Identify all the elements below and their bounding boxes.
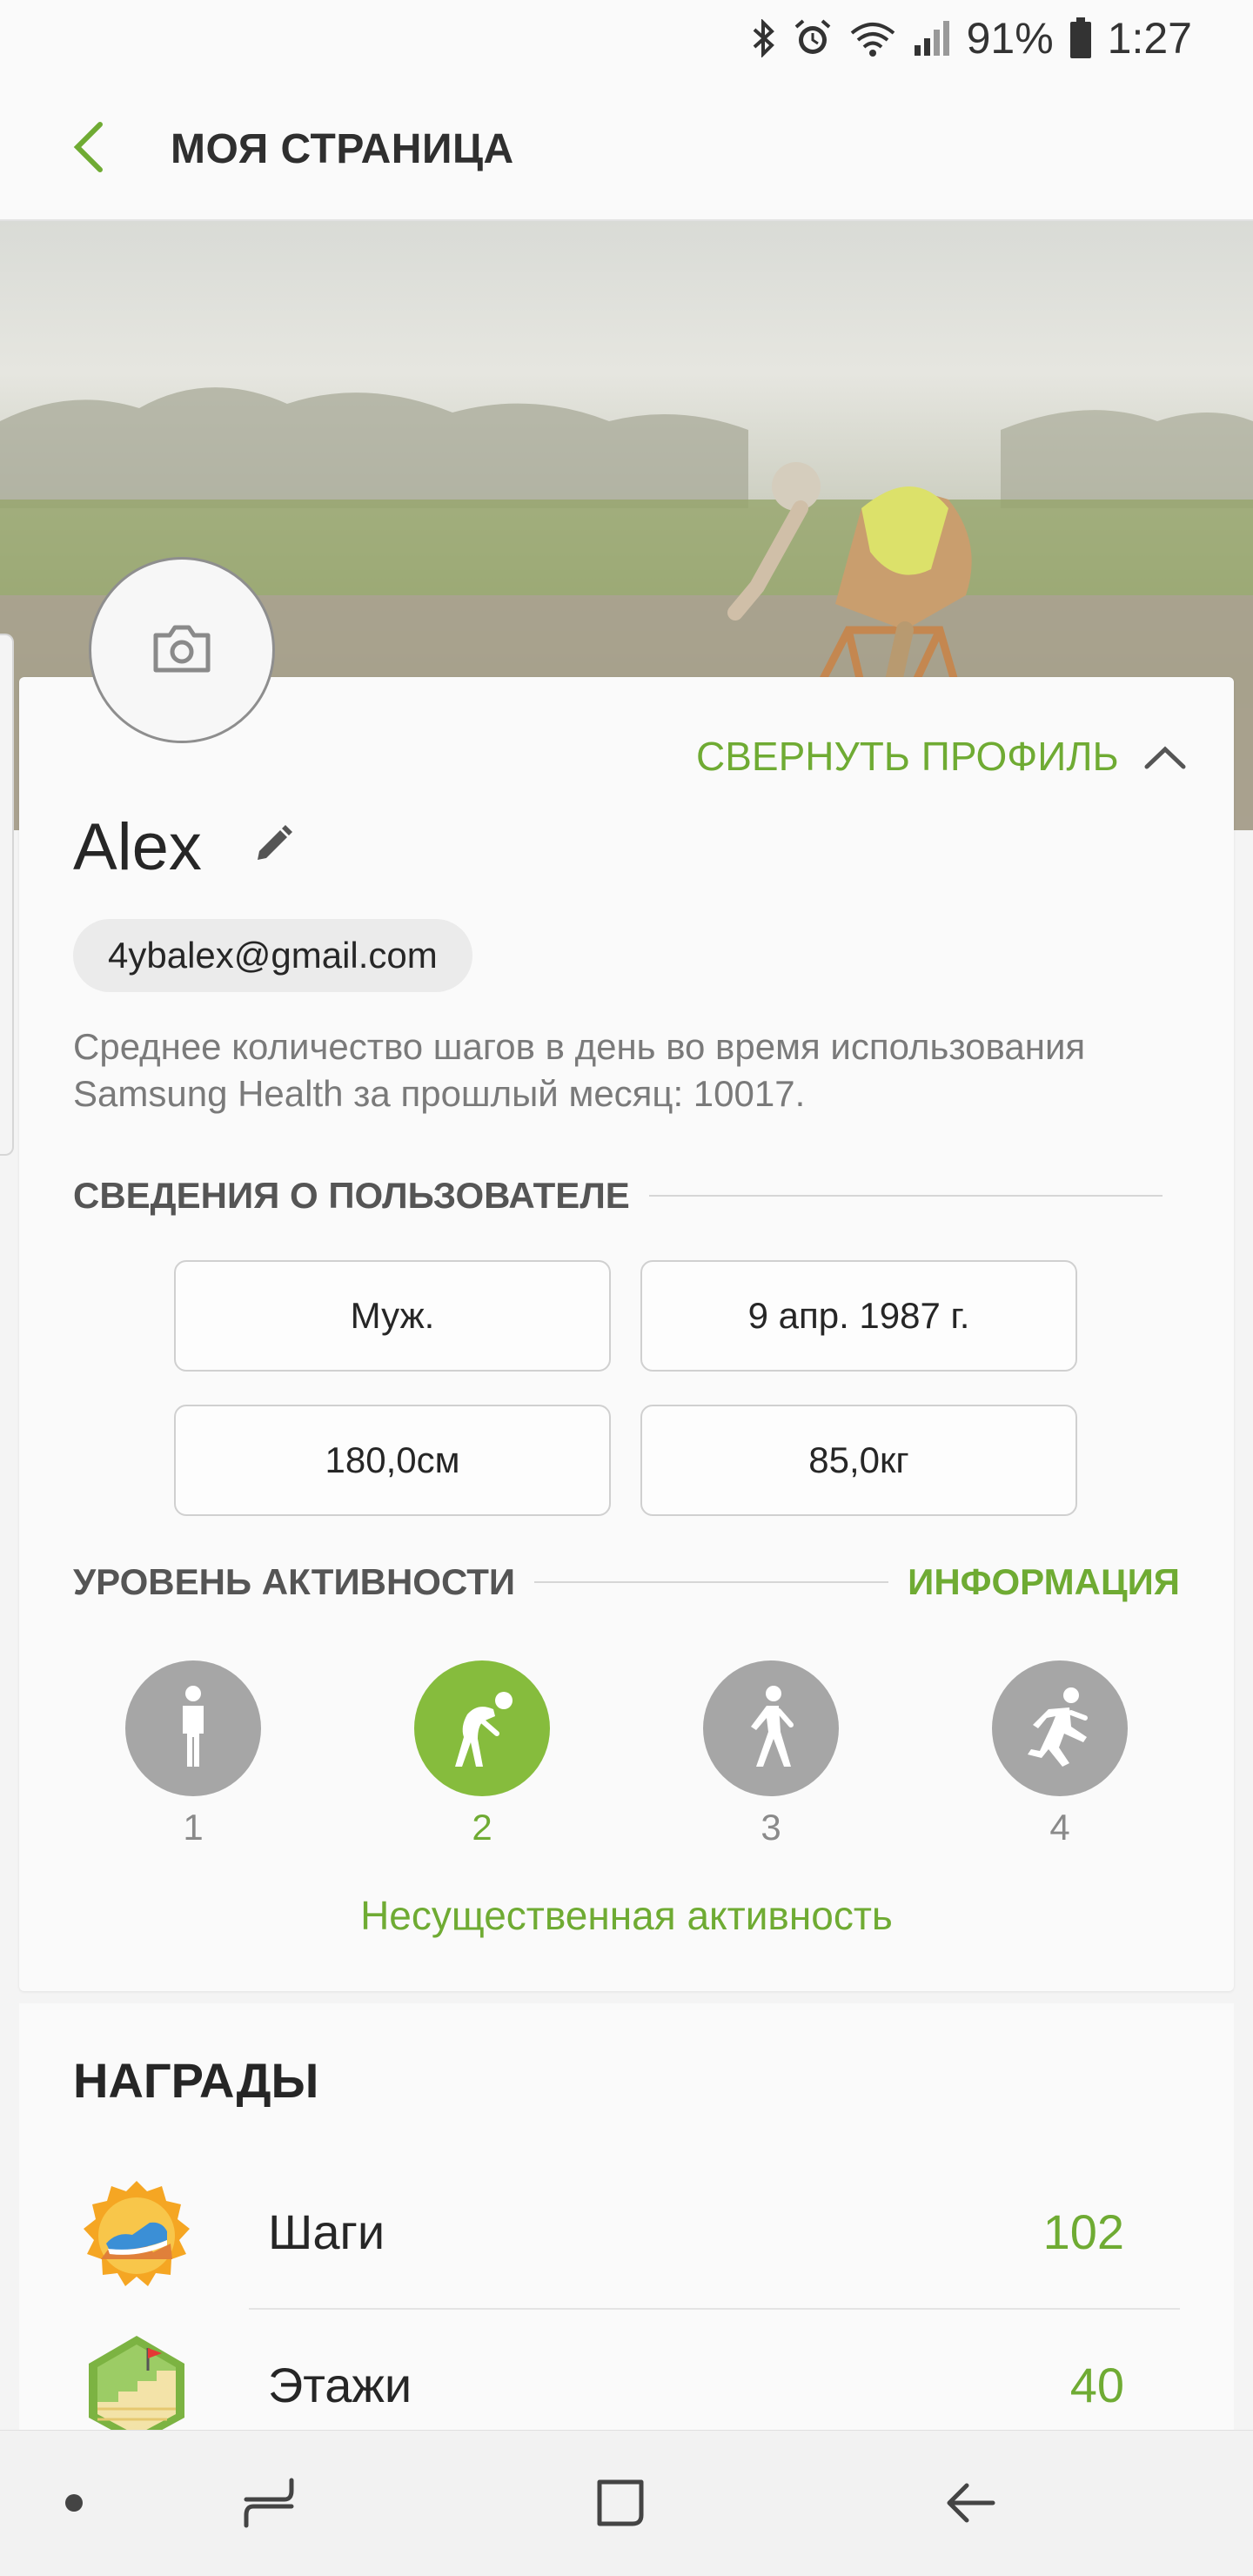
back-button[interactable] [57,118,118,179]
battery-icon [1069,17,1092,59]
activity-level-1-label: 1 [183,1807,204,1848]
awards-title: НАГРАДЫ [73,2053,319,2108]
standing-person-icon [167,1683,219,1774]
signal-icon [913,19,951,57]
chevron-left-icon [70,121,105,178]
section-divider [534,1581,889,1583]
wifi-icon [848,19,897,57]
activity-level-2-button[interactable] [414,1660,550,1796]
walking-person-icon [740,1683,801,1774]
activity-level-1-button[interactable] [125,1660,261,1796]
award-name: Этажи [268,2358,412,2412]
recents-button[interactable] [230,2465,308,2544]
activity-level-3-label: 3 [761,1807,781,1848]
collapse-profile-label: СВЕРНУТЬ ПРОФИЛЬ [696,734,1119,779]
nav-dot-button[interactable] [35,2465,113,2544]
weight-field[interactable]: 85,0кг [640,1405,1077,1516]
running-person-icon [1021,1683,1099,1774]
profile-photo-button[interactable] [89,557,275,743]
activity-description: Несущественная активность [360,1893,893,1938]
side-edge-handle[interactable] [0,634,14,1156]
user-info-title: СВЕДЕНИЯ О ПОЛЬЗОВАТЕЛЕ [73,1175,630,1216]
app-header: МОЯ СТРАНИЦА [0,77,1253,221]
home-button[interactable] [581,2465,660,2544]
award-divider [249,2308,1180,2310]
bluetooth-icon [751,19,777,57]
battery-percent: 91% [966,14,1054,63]
back-arrow-icon [942,2475,998,2535]
email-chip: 4ybalex@gmail.com [73,919,472,992]
system-nav-bar [0,2430,1253,2576]
award-count: 40 [1069,2358,1124,2412]
activity-level-2-label: 2 [472,1807,492,1848]
chevron-up-icon [1143,733,1187,780]
user-info-section-header: СВЕДЕНИЯ О ПОЛЬЗОВАТЕЛЕ [73,1171,1163,1220]
collapse-profile-button[interactable]: СВЕРНУТЬ ПРОФИЛЬ [696,728,1187,785]
status-bar: 91% 1:27 [0,0,1253,77]
page-title: МОЯ СТРАНИЦА [171,126,514,172]
edit-name-button[interactable] [247,820,299,872]
activity-level-4-label: 4 [1049,1807,1070,1848]
activity-level-4-button[interactable] [992,1660,1128,1796]
pencil-icon [252,823,294,869]
section-divider [648,1195,1163,1197]
sneaker-badge-icon [80,2179,193,2292]
average-steps-note: Среднее количество шагов в день во время… [73,1026,1086,1114]
activity-info-link[interactable]: ИНФОРМАЦИЯ [908,1561,1180,1603]
stretching-person-icon [443,1683,521,1774]
home-icon [593,2475,648,2535]
camera-icon [151,623,213,678]
award-name: Шаги [268,2204,385,2259]
clock: 1:27 [1107,14,1192,63]
recents-icon [241,2475,297,2535]
birthdate-field[interactable]: 9 апр. 1987 г. [640,1260,1077,1372]
gender-field[interactable]: Муж. [174,1260,611,1372]
activity-title: УРОВЕНЬ АКТИВНОСТИ [73,1561,516,1602]
user-name: Alex [73,810,202,884]
activity-level-3-button[interactable] [703,1660,839,1796]
dot-icon [64,2492,84,2518]
height-field[interactable]: 180,0см [174,1405,611,1516]
back-nav-button[interactable] [931,2465,1009,2544]
stairs-badge-icon [80,2332,193,2445]
alarm-icon [793,18,833,58]
award-row-steps[interactable]: Шаги 102 [19,2158,1234,2311]
award-count: 102 [1042,2204,1124,2259]
activity-section-header: УРОВЕНЬ АКТИВНОСТИ ИНФОРМАЦИЯ [73,1558,1180,1607]
